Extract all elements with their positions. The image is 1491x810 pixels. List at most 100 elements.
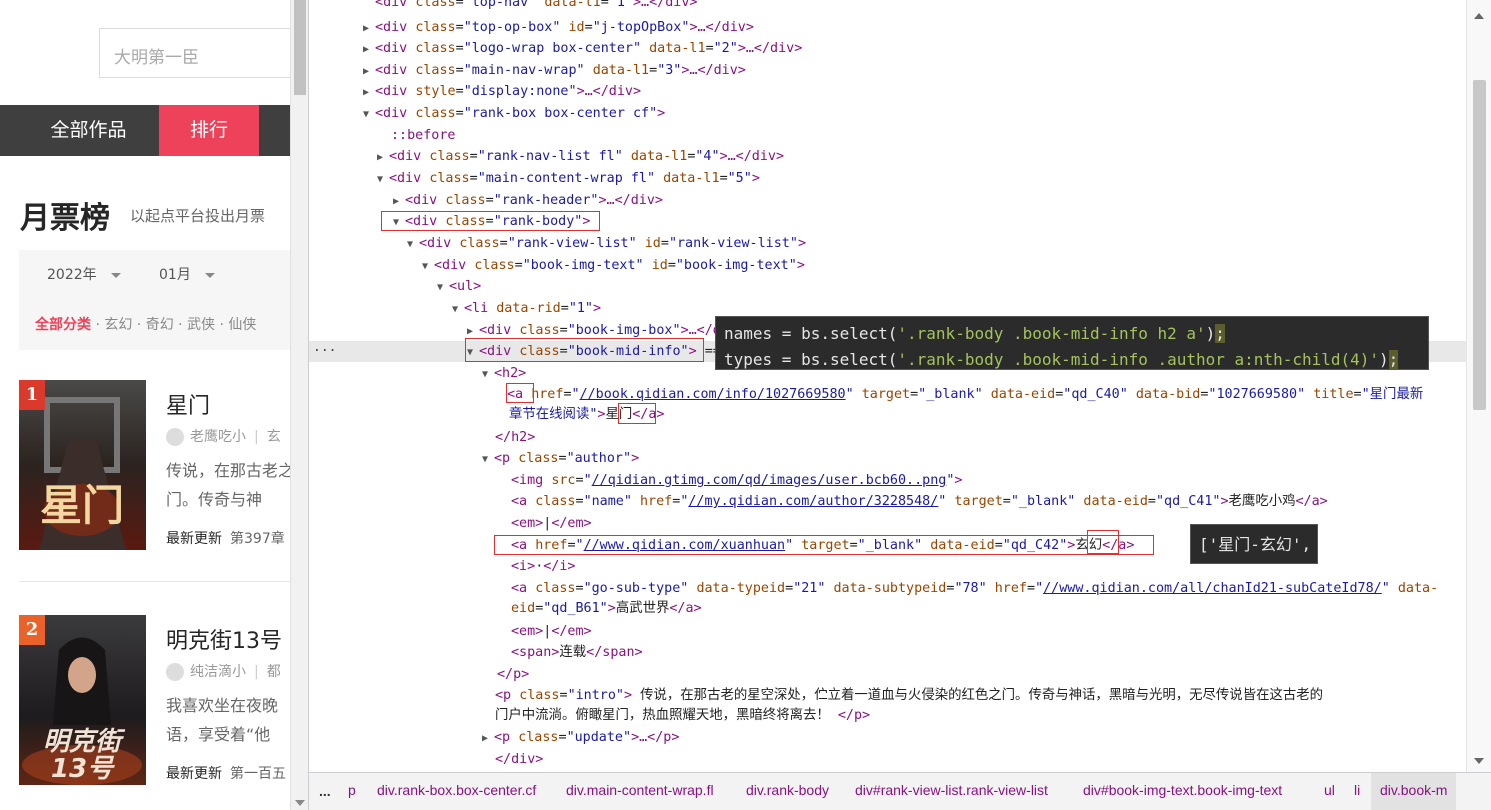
book-cover[interactable]: 明克街 13号 2 (19, 615, 146, 785)
breadcrumb-item[interactable]: div#rank-view-list.rank-view-list (846, 773, 1057, 810)
breadcrumb-item[interactable]: ul (1315, 773, 1344, 810)
chevron-down-icon (110, 272, 121, 278)
breadcrumb-item[interactable]: div.rank-box.box-center.cf (368, 773, 545, 810)
breadcrumb-item[interactable]: div#book-img-text.book-img-text (1074, 773, 1291, 810)
tree-node[interactable]: ▼ <div class="rank-view-list" id="rank-vi… (407, 233, 806, 254)
breadcrumb-more[interactable]: ... (319, 773, 331, 809)
tree-node[interactable]: <a href="//book.qidian.com/info/10276695… (507, 384, 1423, 405)
tree-node[interactable]: ▼ <div class="book-img-text" id="book-img… (422, 255, 805, 276)
book-item: 明克街 13号 2 明克街13号 纯洁滴小 | 都 我喜欢坐在夜晚语，享受着“他 最… (0, 615, 290, 810)
elements-tree: <div class="top-nav" data-l1="1">…</div>… (309, 0, 1467, 772)
filter-box: 2022年 01月 全部分类 · 玄幻 · 奇幻 · 武侠 · 仙侠 (19, 250, 290, 350)
collapse-arrow-icon: ▼ (437, 282, 444, 293)
book-author: 老鹰吃小 | 玄 (166, 426, 281, 446)
month-select[interactable]: 01月 (159, 264, 215, 284)
tree-node[interactable]: ▼ <div class="rank-box box-center cf"> (363, 103, 665, 124)
page-scrollbar-thumb[interactable] (294, 0, 306, 95)
annotation-box (506, 383, 534, 403)
tree-node[interactable]: ▶ <div style="display:none">…</div> (363, 81, 641, 102)
collapse-arrow-icon: ▼ (422, 261, 429, 272)
breadcrumb-item[interactable]: li (1345, 773, 1369, 810)
tree-node[interactable]: ▶ <div class="top-op-box" id="j-topOpBox"… (363, 17, 754, 38)
webpage-panel: 大明第一臣 全部作品 排行 月票榜 以起点平台投出月票 2022年 01月 全部… (0, 0, 290, 810)
book-author: 纯洁滴小 | 都 (166, 661, 281, 681)
tree-node[interactable]: ▶ <div class="rank-nav-list fl" data-l1="… (377, 146, 784, 167)
collapse-arrow-icon: ▼ (407, 239, 414, 250)
tree-node[interactable]: <div class="top-nav" data-l1="1">…</div> (375, 0, 698, 13)
expand-arrow-icon: ▶ (363, 23, 370, 34)
expand-arrow-icon: ▶ (363, 87, 370, 98)
svg-text:星门: 星门 (40, 481, 124, 530)
devtools-scrollbar[interactable] (1466, 0, 1491, 772)
tree-node[interactable]: <em>|</em> (511, 621, 592, 642)
avatar-icon (166, 428, 184, 446)
scroll-down-icon[interactable] (295, 800, 305, 806)
tree-node[interactable]: <p class="intro"> 传说，在那古老的星空深处，伫立着一道血与火侵… (495, 685, 1323, 706)
category-list[interactable]: · 玄幻 · 奇幻 · 武侠 · 仙侠 (95, 317, 256, 333)
page-scrollbar[interactable] (290, 0, 308, 810)
tree-node[interactable]: <a class="name" href="//my.qidian.com/au… (511, 491, 1328, 512)
expand-arrow-icon: ▶ (482, 733, 489, 744)
code-overlay: names = bs.select('.rank-body .book-mid-… (715, 316, 1429, 370)
category-all[interactable]: 全部分类 (35, 317, 91, 333)
book-cover[interactable]: 星门 1 (19, 380, 146, 550)
avatar-icon (166, 663, 184, 681)
main-nav: 全部作品 排行 (0, 105, 290, 156)
collapse-arrow-icon: ▼ (452, 304, 459, 315)
tree-node[interactable]: <a class="go-sub-type" data-typeid="21" … (511, 578, 1438, 599)
breadcrumb-item-selected[interactable]: div.book-m (1371, 773, 1457, 810)
scroll-down-icon[interactable] (1474, 758, 1484, 764)
tree-node[interactable]: ▼ <div class="main-content-wrap fl" data-… (377, 168, 760, 189)
more-options-icon[interactable]: ... (313, 340, 336, 355)
book-title[interactable]: 明克街13号 (166, 623, 282, 655)
rank-badge: 2 (19, 615, 45, 645)
tree-node[interactable]: <em>|</em> (511, 513, 592, 534)
breadcrumb-item[interactable]: p (339, 773, 365, 810)
year-select[interactable]: 2022年 (47, 264, 121, 284)
tree-node[interactable]: 门户中流淌。俯瞰星门，热血照耀天地，黑暗终将离去！ </p> (495, 705, 870, 726)
tree-node[interactable]: <img src="//qidian.gtimg.com/qd/images/u… (511, 470, 962, 491)
tree-node[interactable]: ▼ <li data-rid="1"> (452, 298, 601, 319)
category-row: 全部分类 · 玄幻 · 奇幻 · 武侠 · 仙侠 (35, 314, 256, 334)
tree-node[interactable]: </p> (497, 664, 529, 685)
tree-node[interactable]: <i>·</i> (511, 556, 576, 577)
tree-node[interactable]: ▶ <div class="rank-header">…</div> (393, 190, 663, 211)
expand-arrow-icon: ▶ (363, 44, 370, 55)
book-intro: 我喜欢坐在夜晚语，享受着“他 (166, 696, 279, 744)
search-placeholder: 大明第一臣 (114, 48, 199, 68)
devtools-panel: <div class="top-nav" data-l1="1">…</div>… (308, 0, 1491, 810)
rank-title: 月票榜 (20, 201, 110, 236)
tree-node[interactable]: <span>连载</span> (511, 642, 643, 663)
breadcrumb-item[interactable]: div.main-content-wrap.fl (557, 773, 723, 810)
breadcrumb-item[interactable]: div.rank-body (737, 773, 838, 810)
tree-node[interactable]: </h2> (495, 427, 535, 448)
nav-all-works[interactable]: 全部作品 (18, 105, 159, 156)
annotation-box (494, 535, 1154, 555)
book-title[interactable]: 星门 (166, 388, 210, 420)
scroll-up-icon[interactable] (1474, 13, 1484, 19)
divider (19, 581, 290, 582)
svg-text:明克街: 明克街 (43, 727, 126, 757)
collapse-arrow-icon: ▼ (482, 369, 489, 380)
tree-node[interactable]: </div> (495, 749, 543, 770)
rank-badge: 1 (19, 380, 45, 410)
book-intro: 传说，在那古老之门。传奇与神 (166, 461, 290, 509)
expand-arrow-icon: ▶ (393, 196, 400, 207)
search-input[interactable]: 大明第一臣 (99, 28, 290, 78)
collapse-arrow-icon: ▼ (482, 454, 489, 465)
breadcrumb: ... p div.rank-box.box-center.cf div.mai… (309, 772, 1491, 810)
devtools-scrollbar-thumb[interactable] (1473, 80, 1486, 410)
tree-node[interactable]: ▶ <p class="update">…</p> (482, 727, 679, 748)
collapse-arrow-icon: ▼ (377, 174, 384, 185)
tree-node[interactable]: ▶ <div class="logo-wrap box-center" data-… (363, 38, 802, 59)
nav-rank[interactable]: 排行 (159, 105, 259, 156)
tree-node[interactable]: ▼ <h2> (482, 363, 526, 384)
expand-arrow-icon: ▶ (363, 66, 370, 77)
tree-node[interactable]: ▶ <div class="main-nav-wrap" data-l1="3">… (363, 60, 746, 81)
tree-node[interactable]: ::before (391, 125, 456, 146)
tree-node[interactable]: ▼ <ul> (437, 276, 481, 297)
tree-node[interactable]: ▼ <p class="author"> (482, 448, 639, 469)
annotation-box (1087, 530, 1119, 554)
annotation-box (465, 338, 704, 362)
tree-node[interactable]: eid="qd_B61">高武世界</a> (511, 598, 702, 619)
